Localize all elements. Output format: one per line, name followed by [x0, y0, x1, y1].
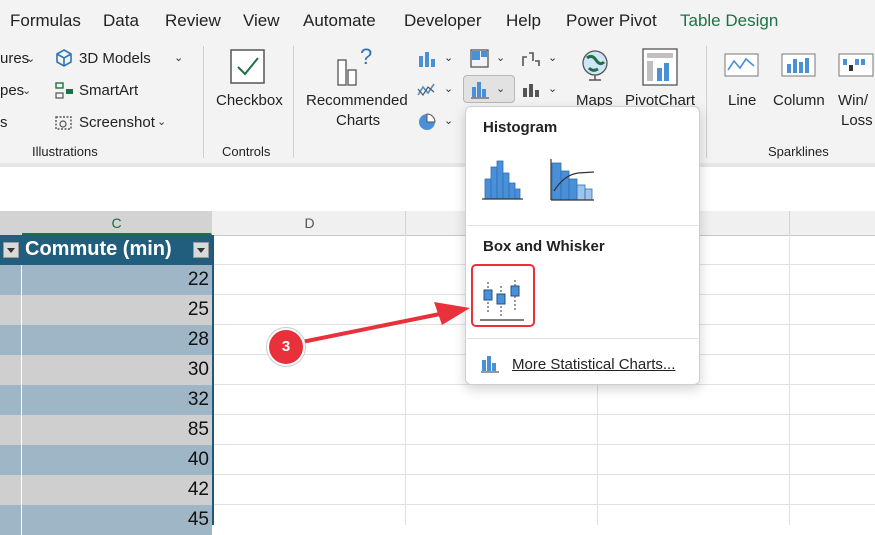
annotation-arrow	[300, 302, 470, 344]
step-badge: 3	[267, 328, 305, 366]
